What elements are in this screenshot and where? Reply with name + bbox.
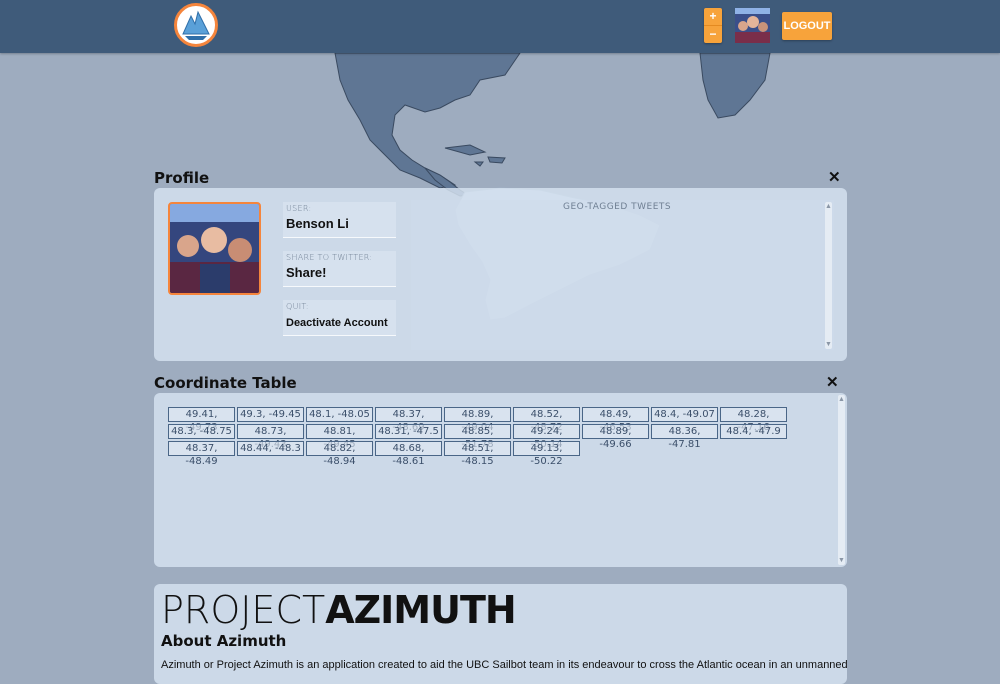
coordinate-table-panel: 49.41, -49.7349.3, -49.4548.1, -48.0548.… xyxy=(154,393,847,567)
coordinate-cell[interactable]: 48.4, -47.9 xyxy=(720,424,787,439)
coordinate-cell[interactable]: 49.24, -50.14 xyxy=(513,424,580,450)
profile-photo-icon xyxy=(170,204,259,293)
share-twitter-link[interactable]: Share! xyxy=(286,265,326,280)
coordinate-cell[interactable]: 49.13, -50.22 xyxy=(513,441,580,467)
coordinate-cell[interactable]: 48.85, -51.78 xyxy=(444,424,511,450)
scroll-up-icon[interactable]: ▲ xyxy=(838,396,845,403)
azimuth-logo[interactable] xyxy=(174,3,218,47)
zoom-out-button[interactable]: − xyxy=(704,25,722,43)
coordinate-table-title: Coordinate Table xyxy=(154,374,297,392)
tweets-scrollbar[interactable]: ▲ ▼ xyxy=(825,202,832,349)
coordinate-cell[interactable]: 48.44, -48.3 xyxy=(237,441,304,456)
coordinate-cell[interactable]: 49.3, -49.45 xyxy=(237,407,304,422)
about-text: Azimuth or Project Azimuth is an applica… xyxy=(161,659,848,671)
coordinate-cell[interactable]: 48.89, -49.66 xyxy=(582,424,649,450)
coordinate-cell[interactable]: 48.82, -48.94 xyxy=(306,441,373,467)
coordinate-cell[interactable]: 48.52, -48.72 xyxy=(513,407,580,433)
deactivate-account-link[interactable]: Deactivate Account xyxy=(286,317,388,329)
geo-tagged-tweets-box[interactable]: GEO-TAGGED TWEETS xyxy=(411,200,834,350)
tweets-title: GEO-TAGGED TWEETS xyxy=(563,202,672,212)
coordinate-cell[interactable]: 48.81, -49.45 xyxy=(306,424,373,450)
project-azimuth-wordmark: PROJECTAZIMUTH xyxy=(161,588,517,632)
coordinate-cell[interactable]: 48.51, -48.15 xyxy=(444,441,511,467)
coordinate-cell[interactable]: 48.1, -48.05 xyxy=(306,407,373,422)
profile-close-button[interactable]: ✕ xyxy=(828,170,841,185)
coordinate-cell[interactable]: 48.31, -47.5 xyxy=(375,424,442,439)
coordinate-scrollbar[interactable]: ▲ ▼ xyxy=(838,395,845,565)
coordinate-cell[interactable]: 48.49, -46.53 xyxy=(582,407,649,433)
profile-title: Profile xyxy=(154,169,210,187)
coordinate-cell[interactable]: 48.3, -48.75 xyxy=(168,424,235,439)
coordinate-cell[interactable]: 48.4, -49.07 xyxy=(651,407,718,422)
brand-bold: AZIMUTH xyxy=(325,588,516,632)
top-bar: + − LOGOUT xyxy=(0,0,1000,53)
profile-photo xyxy=(168,202,261,295)
scroll-up-icon[interactable]: ▲ xyxy=(825,203,832,210)
user-field: USER: Benson Li xyxy=(283,202,396,238)
coordinate-cell[interactable]: 48.73, -49.43 xyxy=(237,424,304,450)
brand-thin: PROJECT xyxy=(161,588,326,632)
coordinate-grid: 49.41, -49.7349.3, -49.4548.1, -48.0548.… xyxy=(168,407,818,467)
coordinate-cell[interactable]: 48.28, -47.16 xyxy=(720,407,787,433)
mountain-logo-icon xyxy=(182,10,210,40)
user-label: USER: xyxy=(286,204,312,213)
quit-field: QUIT: Deactivate Account xyxy=(283,300,396,336)
coordinate-cell[interactable]: 48.89, -49.04 xyxy=(444,407,511,433)
coordinate-cell[interactable]: 48.36, -47.81 xyxy=(651,424,718,450)
about-heading: About Azimuth xyxy=(161,632,287,650)
about-panel: PROJECTAZIMUTH About Azimuth Azimuth or … xyxy=(154,584,848,684)
user-name: Benson Li xyxy=(286,216,349,231)
coordinate-table-close-button[interactable]: ✕ xyxy=(826,375,839,390)
coordinate-cell[interactable]: 49.41, -49.73 xyxy=(168,407,235,433)
logout-button[interactable]: LOGOUT xyxy=(782,12,832,40)
zoom-controls: + − xyxy=(704,8,722,43)
avatar-photo-icon xyxy=(735,8,770,43)
user-avatar[interactable] xyxy=(735,8,770,43)
coordinate-cell[interactable]: 48.37, -48.49 xyxy=(168,441,235,467)
coordinate-cell[interactable]: 48.68, -48.61 xyxy=(375,441,442,467)
scroll-down-icon[interactable]: ▼ xyxy=(825,341,832,348)
quit-label: QUIT: xyxy=(286,302,309,311)
share-label: SHARE TO TWITTER: xyxy=(286,253,373,262)
share-field: SHARE TO TWITTER: Share! xyxy=(283,251,396,287)
coordinate-cell[interactable]: 48.37, -48.69 xyxy=(375,407,442,433)
scroll-down-icon[interactable]: ▼ xyxy=(838,557,845,564)
zoom-in-button[interactable]: + xyxy=(704,8,722,25)
profile-panel: USER: Benson Li SHARE TO TWITTER: Share!… xyxy=(154,188,847,361)
